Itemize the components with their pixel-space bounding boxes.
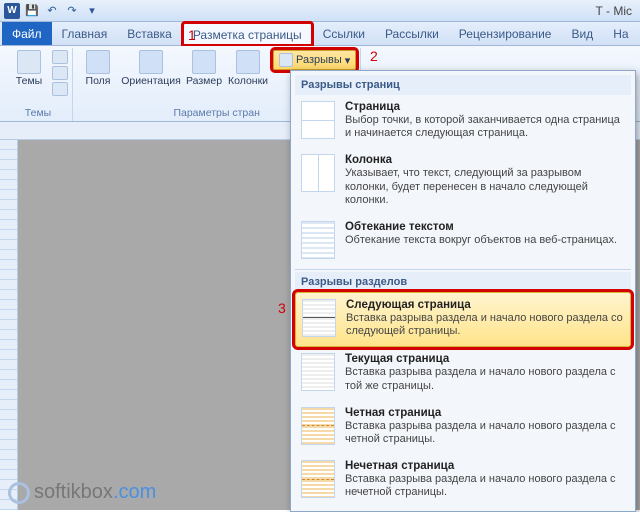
margins-icon	[86, 50, 110, 74]
columns-icon	[236, 50, 260, 74]
gear-icon	[8, 482, 30, 504]
orientation-label: Ориентация	[121, 76, 181, 87]
orientation-button[interactable]: Ориентация	[121, 48, 181, 89]
orientation-icon	[139, 50, 163, 74]
word-app-icon: W	[4, 3, 20, 19]
themes-label: Темы	[16, 76, 42, 87]
callout-1: 1	[188, 27, 196, 43]
dd-title: Четная страница	[345, 407, 625, 419]
breaks-dropdown: Разрывы страниц Страница Выбор точки, в …	[290, 70, 636, 512]
watermark-text-a: softikbox	[34, 481, 113, 503]
tab-file[interactable]: Файл	[2, 22, 52, 45]
continuous-icon	[301, 353, 335, 391]
dd-desc: Вставка разрыва раздела и начало нового …	[345, 473, 625, 499]
dd-desc: Указывает, что текст, следующий за разры…	[345, 167, 625, 207]
tab-addins[interactable]: На	[603, 22, 638, 45]
page-break-icon	[301, 101, 335, 139]
even-page-icon	[301, 407, 335, 445]
dd-item-odd-page[interactable]: Нечетная страница Вставка разрыва раздел…	[295, 454, 631, 507]
title-bar: W 💾 ↶ ↷ ▾ T - Mic	[0, 0, 640, 22]
save-icon[interactable]: 💾	[24, 3, 40, 19]
undo-icon[interactable]: ↶	[44, 3, 60, 19]
dd-desc: Вставка разрыва раздела и начало нового …	[345, 420, 625, 446]
size-icon	[192, 50, 216, 74]
redo-icon[interactable]: ↷	[64, 3, 80, 19]
margins-label: Поля	[86, 76, 111, 87]
dd-desc: Вставка разрыва раздела и начало нового …	[346, 312, 624, 338]
dd-header-page-breaks: Разрывы страниц	[295, 75, 631, 95]
dd-desc: Вставка разрыва раздела и начало нового …	[345, 366, 625, 392]
theme-effects-icon[interactable]	[52, 82, 68, 96]
vertical-ruler[interactable]	[0, 140, 18, 510]
dd-header-section-breaks: Разрывы разделов	[295, 272, 631, 292]
qat-customize-icon[interactable]: ▾	[84, 3, 100, 19]
size-label: Размер	[186, 76, 222, 87]
breaks-icon	[279, 53, 293, 67]
size-button[interactable]: Размер	[183, 48, 225, 89]
tab-page-layout[interactable]: Разметка страницы	[182, 22, 313, 46]
separator	[295, 269, 631, 270]
quick-access-toolbar: 💾 ↶ ↷ ▾	[24, 3, 100, 19]
callout-3: 3	[278, 300, 286, 316]
dd-item-page[interactable]: Страница Выбор точки, в которой заканчив…	[295, 95, 631, 148]
theme-colors-icon[interactable]	[52, 50, 68, 64]
dd-item-column[interactable]: Колонка Указывает, что текст, следующий …	[295, 148, 631, 215]
dd-item-continuous[interactable]: Текущая страница Вставка разрыва раздела…	[295, 347, 631, 400]
callout-2: 2	[370, 48, 378, 64]
column-break-icon	[301, 154, 335, 192]
breaks-button[interactable]: Разрывы ▾	[273, 50, 356, 70]
dd-desc: Обтекание текста вокруг объектов на веб-…	[345, 234, 625, 247]
dd-title: Страница	[345, 101, 625, 113]
watermark-text-b: .com	[113, 481, 156, 503]
dd-title: Текущая страница	[345, 353, 625, 365]
themes-icon	[17, 50, 41, 74]
columns-button[interactable]: Колонки	[227, 48, 269, 89]
dd-title: Обтекание текстом	[345, 221, 625, 233]
columns-label: Колонки	[228, 76, 268, 87]
window-title: T - Mic	[596, 4, 636, 18]
tab-mailings[interactable]: Рассылки	[375, 22, 449, 45]
odd-page-icon	[301, 460, 335, 498]
textwrap-break-icon	[301, 221, 335, 259]
group-themes: Темы Темы	[4, 48, 73, 121]
dd-item-textwrap[interactable]: Обтекание текстом Обтекание текста вокру…	[295, 215, 631, 267]
dd-item-next-page[interactable]: Следующая страница Вставка разрыва разде…	[295, 292, 631, 347]
group-label-themes: Темы	[8, 107, 68, 121]
theme-fonts-icon[interactable]	[52, 66, 68, 80]
tab-insert[interactable]: Вставка	[117, 22, 182, 45]
dd-title: Колонка	[345, 154, 625, 166]
chevron-down-icon: ▾	[345, 54, 351, 67]
dd-title: Следующая страница	[346, 299, 624, 311]
dd-title: Нечетная страница	[345, 460, 625, 472]
tab-view[interactable]: Вид	[561, 22, 603, 45]
tab-references[interactable]: Ссылки	[313, 22, 375, 45]
dd-item-even-page[interactable]: Четная страница Вставка разрыва раздела …	[295, 401, 631, 454]
breaks-label: Разрывы	[296, 54, 342, 66]
watermark: softikbox.com	[8, 481, 156, 504]
ribbon-tabs: Файл Главная Вставка Разметка страницы С…	[0, 22, 640, 46]
dd-desc: Выбор точки, в которой заканчивается одн…	[345, 114, 625, 140]
tab-home[interactable]: Главная	[52, 22, 118, 45]
margins-button[interactable]: Поля	[77, 48, 119, 89]
next-page-icon	[302, 299, 336, 337]
tab-review[interactable]: Рецензирование	[449, 22, 562, 45]
themes-button[interactable]: Темы	[8, 48, 50, 96]
